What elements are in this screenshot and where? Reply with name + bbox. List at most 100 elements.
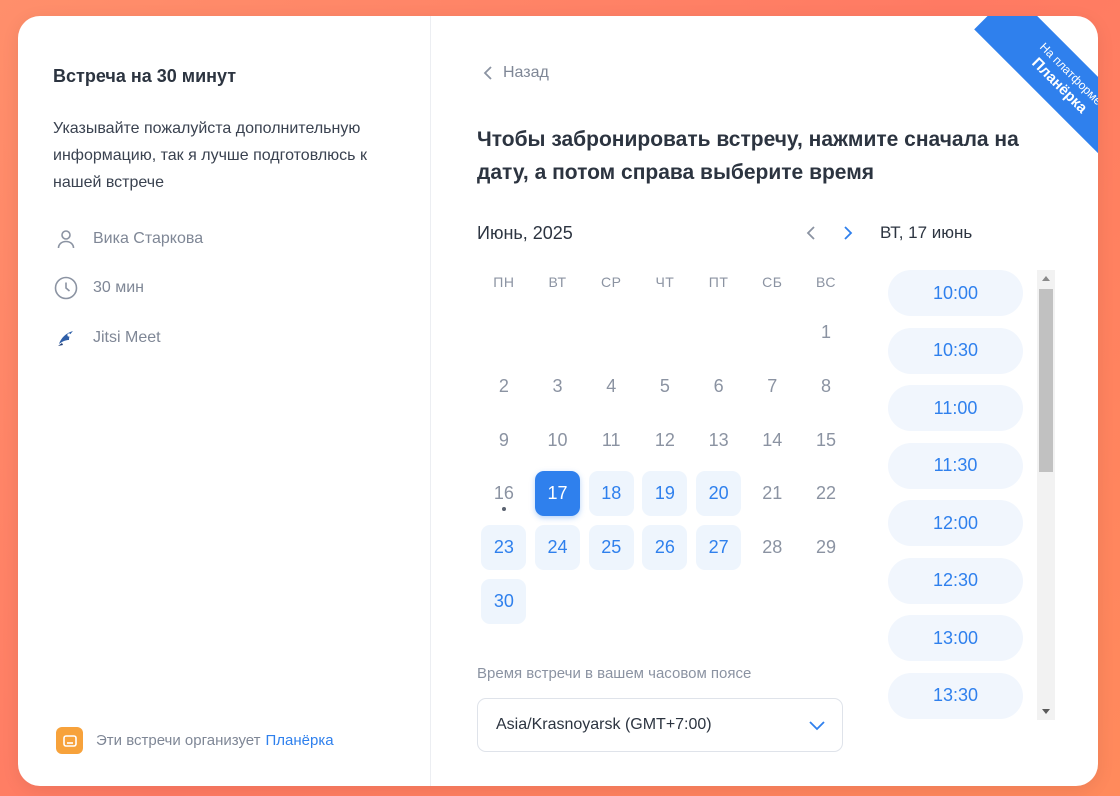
calendar: ПН ВТ СР ЧТ ПТ СБ ВС 1 2 3 4 5 6 7 8 9 10 11 12 13 14 15 16 17…: [477, 264, 853, 628]
calendar-day[interactable]: 25: [584, 521, 638, 575]
selected-day-label: ВТ, 17 июнь: [880, 223, 973, 242]
calendar-day: 2: [477, 360, 531, 414]
calendar-day-number: 27: [696, 525, 742, 571]
prev-month-button[interactable]: [799, 221, 823, 245]
calendar-day-number: 25: [588, 525, 634, 571]
scroll-up-arrow-icon[interactable]: [1042, 276, 1050, 281]
timezone-select[interactable]: Asia/Krasnoyarsk (GMT+7:00): [477, 698, 843, 752]
calendar-day: 4: [584, 360, 638, 414]
calendar-day-number: 10: [547, 429, 568, 450]
user-icon: [53, 226, 79, 252]
calendar-day-number: 21: [762, 483, 783, 504]
calendar-day-number: 23: [481, 525, 527, 571]
weekday-label: ПТ: [708, 274, 729, 290]
event-title: Встреча на 30 минут: [53, 66, 237, 86]
back-button[interactable]: Назад: [483, 64, 549, 82]
time-slot-list: 10:00 10:30 11:00 11:30 12:00 12:30 13:00 13:30: [888, 270, 1088, 720]
today-indicator-dot: [501, 507, 506, 512]
calendar-day-number: 18: [588, 471, 634, 517]
scrollbar-thumb[interactable]: [1039, 289, 1053, 472]
calendar-day: 16: [477, 467, 531, 521]
duration-row: 30 мин: [53, 275, 144, 301]
calendar-day-number: 14: [762, 429, 783, 450]
weekday-label: СР: [600, 274, 622, 290]
calendar-day: 8: [799, 360, 853, 414]
calendar-day[interactable]: 26: [638, 521, 692, 575]
weekday-label: ВТ: [548, 274, 567, 290]
booking-card: Встреча на 30 минут Указывайте пожалуйст…: [18, 16, 1098, 786]
calendar-day-number: 5: [659, 376, 670, 397]
time-slot-button[interactable]: 13:00: [888, 615, 1023, 661]
next-month-button[interactable]: [836, 221, 860, 245]
time-slot-button[interactable]: 12:30: [888, 557, 1023, 604]
planerka-link[interactable]: Планёрка: [266, 732, 334, 749]
calendar-blank-cell: [692, 306, 746, 360]
time-slot-button[interactable]: 10:00: [888, 270, 1023, 316]
calendar-day[interactable]: 24: [531, 521, 585, 575]
calendar-day-number: 13: [708, 429, 729, 450]
calendar-day-number: 1: [820, 322, 831, 343]
chevron-left-icon: [806, 226, 815, 240]
calendar-day-number: 17: [535, 471, 581, 517]
calendar-day-number: 11: [601, 429, 621, 450]
clock-icon: [53, 275, 79, 301]
chevron-down-icon: [809, 720, 825, 730]
scroll-down-arrow-icon[interactable]: [1042, 709, 1050, 714]
platform-ribbon[interactable]: На платформе Планёрка: [948, 16, 1098, 166]
calendar-day[interactable]: 27: [692, 521, 746, 575]
calendar-day[interactable]: 19: [638, 467, 692, 521]
location-text: Jitsi Meet: [93, 329, 161, 346]
time-slot-scrollbar[interactable]: [1037, 270, 1055, 720]
time-slot-button[interactable]: 11:30: [888, 442, 1023, 489]
calendar-day[interactable]: 23: [477, 521, 531, 575]
jitsi-logo-icon: [53, 325, 79, 351]
calendar-day: 29: [799, 521, 853, 575]
duration-text: 30 мин: [93, 279, 145, 296]
calendar-day: 1: [799, 306, 853, 360]
calendar-day-number: 19: [642, 471, 688, 517]
calendar-day: 12: [638, 413, 692, 467]
calendar-day-number: 30: [481, 578, 527, 624]
calendar-day[interactable]: 30: [477, 574, 531, 628]
timezone-value: Asia/Krasnoyarsk (GMT+7:00): [496, 716, 712, 733]
calendar-day-number: 20: [696, 471, 742, 517]
calendar-blank-cell: [584, 306, 638, 360]
organizer-text: Эти встречи организует: [96, 732, 261, 749]
time-slot-button[interactable]: 12:00: [888, 500, 1023, 546]
calendar-day: 13: [692, 413, 746, 467]
calendar-day-number: 3: [552, 376, 563, 397]
weekday-label: ВС: [815, 274, 836, 290]
calendar-day: 10: [531, 413, 585, 467]
weekday-label: ПН: [493, 274, 515, 290]
time-slot-button[interactable]: 10:30: [888, 327, 1023, 374]
calendar-day: 28: [745, 521, 799, 575]
calendar-day: 5: [638, 360, 692, 414]
calendar-day-number: 26: [642, 525, 688, 571]
calendar-day-number: 7: [767, 376, 778, 397]
calendar-day[interactable]: 18: [584, 467, 638, 521]
chevron-left-icon: [483, 66, 492, 80]
calendar-day-number: 12: [654, 429, 675, 450]
back-label: Назад: [503, 64, 549, 81]
calendar-day-number: 4: [606, 376, 617, 397]
timezone-label: Время встречи в вашем часовом поясе: [477, 665, 752, 682]
calendar-day: 22: [799, 467, 853, 521]
calendar-day-number: 29: [815, 537, 836, 558]
calendar-day: 21: [745, 467, 799, 521]
calendar-blank-cell: [477, 306, 531, 360]
calendar-day-number: 2: [498, 376, 509, 397]
calendar-day[interactable]: 20: [692, 467, 746, 521]
calendar-day-number: 24: [535, 525, 581, 571]
weekday-header: ПН ВТ СР ЧТ ПТ СБ ВС: [477, 264, 853, 300]
calendar-day-selected[interactable]: 17: [531, 467, 585, 521]
time-slot-button[interactable]: 13:30: [888, 672, 1023, 719]
calendar-day: 3: [531, 360, 585, 414]
calendar-day-number: 6: [713, 376, 724, 397]
planerka-logo-icon: [56, 727, 83, 754]
calendar-day-number: 15: [815, 429, 836, 450]
calendar-day: 7: [745, 360, 799, 414]
time-slot-button[interactable]: 11:00: [888, 385, 1023, 431]
calendar-day: 11: [584, 413, 638, 467]
weekday-label: СБ: [762, 274, 783, 290]
event-description: Указывайте пожалуйста дополнительную инф…: [53, 120, 367, 191]
